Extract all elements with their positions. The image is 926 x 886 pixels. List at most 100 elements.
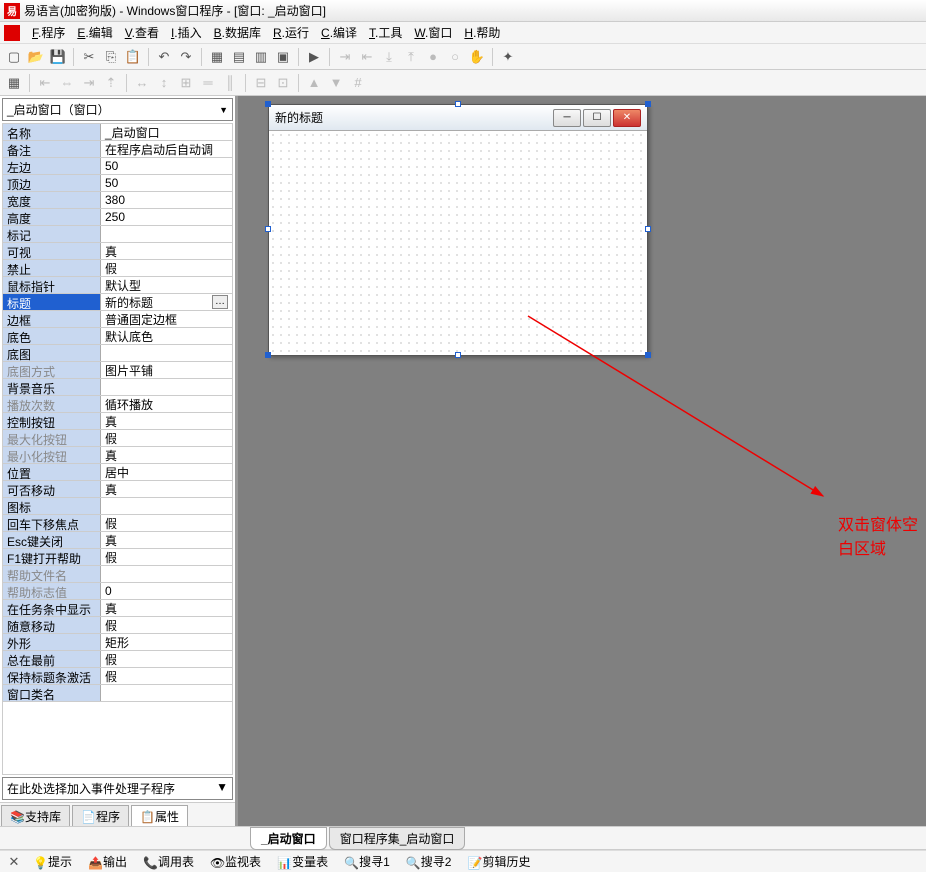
- property-row[interactable]: 左边50: [3, 158, 232, 175]
- open-icon[interactable]: 📂: [26, 47, 46, 67]
- property-value[interactable]: 假: [101, 515, 232, 531]
- left-tab-程序[interactable]: 📄程序: [72, 805, 129, 826]
- form-body[interactable]: [269, 131, 647, 355]
- property-value[interactable]: 假: [101, 651, 232, 667]
- property-value[interactable]: 380: [101, 192, 232, 208]
- align-right-icon[interactable]: ⇥: [79, 73, 99, 93]
- redo-icon[interactable]: ↷: [176, 47, 196, 67]
- run-icon[interactable]: ▶: [304, 47, 324, 67]
- bring-front-icon[interactable]: ▲: [304, 73, 324, 93]
- property-value[interactable]: 真: [101, 481, 232, 497]
- property-row[interactable]: 鼠标指针默认型: [3, 277, 232, 294]
- property-row[interactable]: 宽度380: [3, 192, 232, 209]
- property-row[interactable]: 总在最前假: [3, 651, 232, 668]
- doc-tab[interactable]: _启动窗口: [250, 827, 327, 850]
- menu-W.窗口[interactable]: W.窗口: [408, 22, 458, 43]
- property-value[interactable]: 真: [101, 532, 232, 548]
- property-value[interactable]: 图片平铺: [101, 362, 232, 378]
- copy-icon[interactable]: ⎘: [101, 47, 121, 67]
- property-value[interactable]: [101, 379, 232, 395]
- property-value[interactable]: 默认底色: [101, 328, 232, 344]
- property-value[interactable]: [101, 226, 232, 242]
- resize-handle-e[interactable]: [645, 226, 651, 232]
- menu-E.编辑[interactable]: E.编辑: [71, 22, 118, 43]
- property-row[interactable]: 底色默认底色: [3, 328, 232, 345]
- menu-I.插入[interactable]: I.插入: [165, 22, 208, 43]
- property-row[interactable]: 底图: [3, 345, 232, 362]
- tab-order-icon[interactable]: #: [348, 73, 368, 93]
- property-row[interactable]: 高度250: [3, 209, 232, 226]
- menu-R.运行[interactable]: R.运行: [267, 22, 315, 43]
- property-value[interactable]: 矩形: [101, 634, 232, 650]
- status-tab-变量表[interactable]: 📊变量表: [270, 850, 335, 873]
- left-tab-属性[interactable]: 📋属性: [131, 805, 188, 826]
- save-icon[interactable]: 💾: [48, 47, 68, 67]
- same-h-icon[interactable]: ↕: [154, 73, 174, 93]
- property-value[interactable]: 真: [101, 243, 232, 259]
- undo-icon[interactable]: ↶: [154, 47, 174, 67]
- property-value[interactable]: 居中: [101, 464, 232, 480]
- property-row[interactable]: 回车下移焦点假: [3, 515, 232, 532]
- menu-C.编译[interactable]: C.编译: [315, 22, 363, 43]
- property-row[interactable]: 窗口类名: [3, 685, 232, 702]
- property-row[interactable]: 最小化按钮真: [3, 447, 232, 464]
- break-icon[interactable]: ●: [423, 47, 443, 67]
- resize-handle-nw[interactable]: [265, 101, 271, 107]
- stop-icon[interactable]: ✋: [467, 47, 487, 67]
- resize-handle-ne[interactable]: [645, 101, 651, 107]
- property-value[interactable]: 50: [101, 175, 232, 191]
- align-top-icon[interactable]: ⇡: [101, 73, 121, 93]
- status-tab-监视表[interactable]: 👁监视表: [203, 850, 268, 873]
- win1-icon[interactable]: ▦: [207, 47, 227, 67]
- property-grid[interactable]: 名称_启动窗口备注在程序启动后自动调左边50顶边50宽度380高度250标记可视…: [2, 123, 233, 775]
- menu-T.工具[interactable]: T.工具: [363, 22, 408, 43]
- property-row[interactable]: 标题新的标题…: [3, 294, 232, 311]
- property-row[interactable]: 图标: [3, 498, 232, 515]
- win4-icon[interactable]: ▣: [273, 47, 293, 67]
- property-row[interactable]: 可视真: [3, 243, 232, 260]
- resize-handle-w[interactable]: [265, 226, 271, 232]
- step3-icon[interactable]: ⤓: [379, 47, 399, 67]
- close-button[interactable]: ✕: [613, 109, 641, 127]
- property-value[interactable]: 真: [101, 600, 232, 616]
- property-row[interactable]: 在任务条中显示真: [3, 600, 232, 617]
- property-row[interactable]: 顶边50: [3, 175, 232, 192]
- grid-icon[interactable]: ▦: [4, 73, 24, 93]
- status-tab-输出[interactable]: 📤输出: [81, 850, 134, 873]
- design-canvas[interactable]: 新的标题 ─ ☐ ✕ 双击窗体空白区域: [238, 96, 926, 826]
- win3-icon[interactable]: ▥: [251, 47, 271, 67]
- property-value[interactable]: [101, 498, 232, 514]
- property-row[interactable]: F1键打开帮助假: [3, 549, 232, 566]
- center-v-icon[interactable]: ⊡: [273, 73, 293, 93]
- property-value[interactable]: 真: [101, 413, 232, 429]
- property-value[interactable]: 循环播放: [101, 396, 232, 412]
- property-row[interactable]: 标记: [3, 226, 232, 243]
- paste-icon[interactable]: 📋: [123, 47, 143, 67]
- property-row[interactable]: 边框普通固定边框: [3, 311, 232, 328]
- property-value[interactable]: _启动窗口: [101, 124, 232, 140]
- property-row[interactable]: 播放次数循环播放: [3, 396, 232, 413]
- property-value[interactable]: 假: [101, 430, 232, 446]
- close-status-icon[interactable]: ✕: [4, 852, 24, 872]
- property-row[interactable]: 随意移动假: [3, 617, 232, 634]
- left-tab-支持库[interactable]: 📚支持库: [1, 805, 70, 826]
- property-row[interactable]: 底图方式图片平铺: [3, 362, 232, 379]
- property-row[interactable]: 禁止假: [3, 260, 232, 277]
- star-icon[interactable]: ✦: [498, 47, 518, 67]
- event-handler-combo[interactable]: 在此处选择加入事件处理子程序 ▼: [2, 777, 233, 800]
- cut-icon[interactable]: ✂: [79, 47, 99, 67]
- step4-icon[interactable]: ⤒: [401, 47, 421, 67]
- property-row[interactable]: 名称_启动窗口: [3, 124, 232, 141]
- step1-icon[interactable]: ⇥: [335, 47, 355, 67]
- status-tab-搜寻1[interactable]: 🔍搜寻1: [337, 850, 397, 873]
- ellipsis-button[interactable]: …: [212, 295, 228, 309]
- property-row[interactable]: 保持标题条激活假: [3, 668, 232, 685]
- minimize-button[interactable]: ─: [553, 109, 581, 127]
- property-value[interactable]: 0: [101, 583, 232, 599]
- status-tab-搜寻2[interactable]: 🔍搜寻2: [399, 850, 459, 873]
- menu-F.程序[interactable]: F.程序: [26, 22, 71, 43]
- property-value[interactable]: [101, 345, 232, 361]
- break2-icon[interactable]: ○: [445, 47, 465, 67]
- property-row[interactable]: 帮助标志值0: [3, 583, 232, 600]
- property-value[interactable]: 50: [101, 158, 232, 174]
